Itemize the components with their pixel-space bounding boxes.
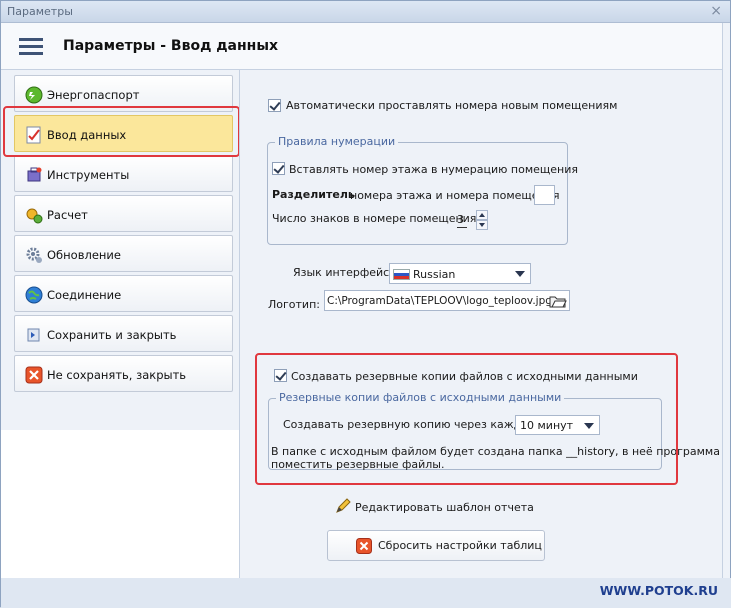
logo-path-value: C:\ProgramData\TEPLOOV\logo_teploov.jpg — [327, 295, 552, 307]
auto-number-label: Автоматически проставлять номера новым п… — [286, 99, 618, 112]
pencil-icon — [336, 498, 351, 513]
separator-label: номера этажа и номера помещения — [350, 189, 560, 202]
insert-floor-checkbox[interactable] — [272, 162, 285, 175]
digits-field[interactable]: 3 — [455, 209, 475, 230]
sidebar-item-save-close[interactable]: Сохранить и закрыть — [14, 315, 233, 352]
separator-label-bold: Разделитель — [272, 188, 355, 201]
energy-icon — [25, 86, 43, 104]
update-icon — [26, 247, 42, 263]
tools-icon — [27, 167, 42, 182]
digits-value: 3 — [457, 213, 464, 226]
parameters-window: Параметры × Параметры - Ввод данных Энер… — [0, 0, 731, 608]
edit-template-link[interactable]: Редактировать шаблон отчета — [355, 501, 534, 514]
auto-number-checkbox[interactable] — [268, 99, 281, 112]
sidebar-item-label: Обновление — [47, 248, 121, 262]
sidebar-item-tools[interactable]: Инструменты — [14, 155, 233, 192]
title-bar: Параметры × — [1, 1, 730, 23]
highlight-frame-backup — [255, 353, 678, 485]
sidebar-item-close-no-save[interactable]: Не сохранять, закрыть — [14, 355, 233, 392]
sidebar-item-label: Энергопаспорт — [47, 88, 140, 102]
chevron-up-icon — [479, 213, 485, 217]
language-select[interactable]: Russian — [389, 263, 531, 284]
russian-flag-icon — [393, 269, 410, 280]
logo-label: Логотип: — [268, 298, 320, 311]
watermark: WWW.POTOK.RU — [599, 583, 718, 598]
close-icon[interactable]: × — [710, 3, 722, 19]
numbering-rules-legend: Правила нумерации — [275, 135, 399, 148]
insert-floor-label: Вставлять номер этажа в нумерацию помеще… — [289, 163, 578, 176]
folder-open-icon[interactable] — [549, 293, 567, 309]
sidebar-item-label: Не сохранять, закрыть — [47, 368, 187, 382]
language-value: Russian — [413, 268, 456, 281]
sidebar-empty-area — [1, 430, 239, 578]
chevron-down-icon — [479, 223, 485, 227]
settings-panel: Автоматически проставлять номера новым п… — [239, 70, 722, 578]
reset-tables-label: Сбросить настройки таблиц — [378, 539, 542, 552]
sidebar-item-update[interactable]: Обновление — [14, 235, 233, 272]
cancel-close-icon — [25, 366, 43, 384]
sidebar-item-label: Сохранить и закрыть — [47, 328, 177, 342]
hamburger-icon[interactable] — [19, 38, 43, 56]
sidebar-item-label: Расчет — [47, 208, 88, 222]
sidebar-item-label: Инструменты — [47, 168, 130, 182]
highlight-frame-sidebar — [3, 106, 240, 157]
stepper-up-button[interactable] — [476, 210, 488, 220]
digits-stepper[interactable] — [476, 210, 488, 230]
sidebar-item-connection[interactable]: Соединение — [14, 275, 233, 312]
chevron-down-icon — [515, 271, 525, 277]
page-title: Параметры - Ввод данных — [63, 38, 279, 54]
sidebar-item-calculation[interactable]: Расчет — [14, 195, 233, 232]
window-title: Параметры — [7, 5, 73, 18]
separator-input[interactable] — [534, 185, 555, 205]
reset-tables-button[interactable]: Сбросить настройки таблиц — [327, 530, 545, 561]
cancel-close-icon — [356, 538, 372, 554]
stepper-down-button[interactable] — [476, 220, 488, 230]
logo-path-input[interactable]: C:\ProgramData\TEPLOOV\logo_teploov.jpg — [324, 290, 570, 311]
save-close-icon — [27, 328, 40, 342]
digits-underline — [457, 227, 467, 228]
sidebar-item-label: Соединение — [47, 288, 122, 302]
language-label: Язык интерфейса — [293, 266, 396, 279]
digits-label: Число знаков в номере помещения — [272, 212, 477, 225]
calculate-icon — [26, 208, 43, 224]
right-border — [722, 23, 730, 583]
header: Параметры - Ввод данных — [1, 23, 730, 70]
globe-icon — [25, 286, 43, 304]
